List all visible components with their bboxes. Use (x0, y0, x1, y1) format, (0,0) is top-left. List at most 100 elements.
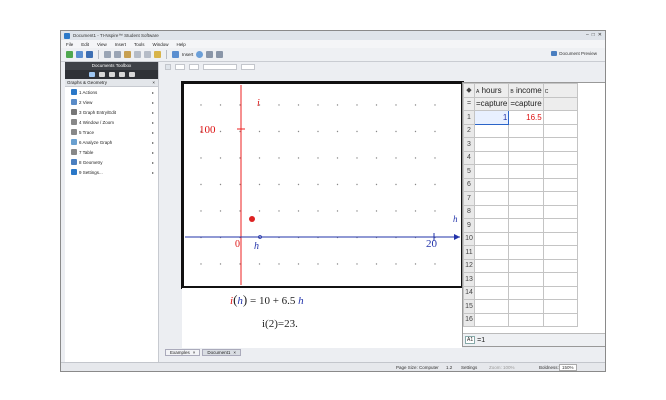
table-cell[interactable] (508, 177, 544, 192)
table-cell[interactable] (473, 312, 510, 327)
table-cell[interactable] (508, 218, 544, 233)
table-cell[interactable] (508, 285, 544, 300)
table-cell[interactable] (542, 218, 578, 233)
toolbox-section-header[interactable]: Graphs & Geometry × (65, 79, 158, 87)
page-sorter-icon[interactable] (98, 72, 105, 77)
table-cell[interactable] (508, 137, 544, 152)
table-cell[interactable] (473, 258, 510, 273)
table-cell[interactable] (508, 191, 544, 206)
table-cell[interactable] (473, 272, 510, 287)
undo-icon[interactable] (134, 51, 141, 58)
save-icon[interactable] (86, 51, 93, 58)
table-cell[interactable] (542, 231, 578, 246)
table-cell[interactable] (508, 258, 544, 273)
row-number[interactable]: 12 (463, 258, 475, 273)
table-cell[interactable] (508, 245, 544, 260)
open-icon[interactable] (76, 51, 83, 58)
row-number[interactable]: 4 (463, 150, 475, 165)
menu-file[interactable]: File (66, 42, 73, 47)
color-fill-icon[interactable] (175, 64, 185, 70)
table-cell[interactable] (542, 245, 578, 260)
formula-cell-c[interactable] (542, 96, 578, 111)
insert-label[interactable]: Insert (182, 52, 193, 57)
row-number[interactable]: 2 (463, 123, 475, 138)
row-number[interactable]: 9 (463, 218, 475, 233)
font-size-select[interactable] (241, 64, 255, 70)
table-cell[interactable] (542, 204, 578, 219)
toolbox-item[interactable]: 7 Table ▸ (65, 147, 158, 157)
table-cell[interactable] (473, 231, 510, 246)
table-cell[interactable] (473, 218, 510, 233)
scratchpad-icon[interactable] (108, 72, 115, 77)
menu-edit[interactable]: Edit (81, 42, 89, 47)
font-family-select[interactable] (203, 64, 237, 70)
table-cell[interactable] (508, 123, 544, 138)
menu-view[interactable]: View (97, 42, 107, 47)
notes-panel[interactable]: i(h) = 10 + 6.5 h i(2)=23. (182, 288, 462, 348)
table-cell[interactable] (473, 123, 510, 138)
spreadsheet[interactable]: ◆ A hours B income C = =capture =capture… (462, 82, 605, 347)
table-cell[interactable] (473, 137, 510, 152)
section-close-icon[interactable]: × (152, 79, 155, 87)
row-number[interactable]: 14 (463, 285, 475, 300)
toolbox-item[interactable]: 6 Analyze Graph ▸ (65, 137, 158, 147)
function-evaluation[interactable]: i(2)=23. (262, 318, 298, 330)
minimize-button[interactable]: – (586, 32, 589, 38)
table-cell[interactable] (542, 110, 578, 125)
cut-icon[interactable] (104, 51, 111, 58)
boldness-select[interactable]: 150% (559, 363, 577, 371)
column-header-c[interactable]: C (542, 83, 578, 98)
row-number[interactable]: 1 (463, 110, 475, 125)
row-number[interactable]: 11 (463, 245, 475, 260)
settings-link[interactable]: Settings (461, 365, 477, 370)
table-cell[interactable] (473, 204, 510, 219)
maximize-button[interactable]: □ (592, 32, 595, 38)
table-cell[interactable] (473, 150, 510, 165)
formula-cell-b[interactable]: =capture (508, 96, 544, 111)
table-cell[interactable] (473, 164, 510, 179)
row-number[interactable]: 6 (463, 177, 475, 192)
paste-icon[interactable] (124, 51, 131, 58)
table-cell[interactable] (542, 123, 578, 138)
spreadsheet-grid[interactable]: ◆ A hours B income C = =capture =capture… (463, 83, 578, 327)
table-cell[interactable] (542, 312, 578, 327)
menu-insert[interactable]: Insert (115, 42, 126, 47)
menu-help[interactable]: Help (177, 42, 186, 47)
table-cell[interactable] (542, 299, 578, 314)
table-cell[interactable] (508, 150, 544, 165)
row-number[interactable]: 3 (463, 137, 475, 152)
toolbox-item[interactable]: 3 Graph Entry/Edit ▸ (65, 107, 158, 117)
new-document-icon[interactable] (66, 51, 73, 58)
documents-icon[interactable] (154, 51, 161, 58)
table-cell[interactable] (542, 258, 578, 273)
row-number[interactable]: 16 (463, 312, 475, 327)
column-header-a[interactable]: A hours (473, 83, 510, 98)
graph-canvas[interactable]: i h 100 20 0 h (181, 81, 464, 289)
alignment-buttons[interactable] (307, 64, 333, 70)
tab-document1[interactable]: Document1 × (202, 348, 242, 356)
table-cell[interactable] (542, 164, 578, 179)
menu-window[interactable]: Window (153, 42, 169, 47)
device-view-icon[interactable] (206, 51, 214, 58)
tab-close-icon[interactable]: × (233, 350, 236, 355)
table-cell[interactable] (473, 299, 510, 314)
document-tools-icon[interactable] (88, 72, 95, 77)
insert-icon[interactable] (172, 51, 179, 58)
row-number[interactable]: 5 (463, 164, 475, 179)
toolbox-item[interactable]: 4 Window / Zoom ▸ (65, 117, 158, 127)
table-cell[interactable] (508, 299, 544, 314)
table-cell[interactable] (508, 164, 544, 179)
page-size-label[interactable]: Page Size: Computer (396, 365, 439, 370)
table-cell[interactable] (473, 285, 510, 300)
tab-close-icon[interactable]: × (193, 350, 196, 355)
table-cell[interactable] (508, 312, 544, 327)
table-cell[interactable] (508, 272, 544, 287)
table-cell[interactable] (508, 204, 544, 219)
table-cell[interactable] (473, 245, 510, 260)
toolbox-item[interactable]: 1 Actions ▸ (65, 87, 158, 97)
table-cell[interactable] (542, 177, 578, 192)
cell-entry-input[interactable]: =1 (477, 337, 485, 344)
graph-view[interactable]: i h 100 20 0 h (181, 81, 464, 289)
copy-icon[interactable] (114, 51, 121, 58)
select-icon[interactable] (165, 64, 171, 70)
